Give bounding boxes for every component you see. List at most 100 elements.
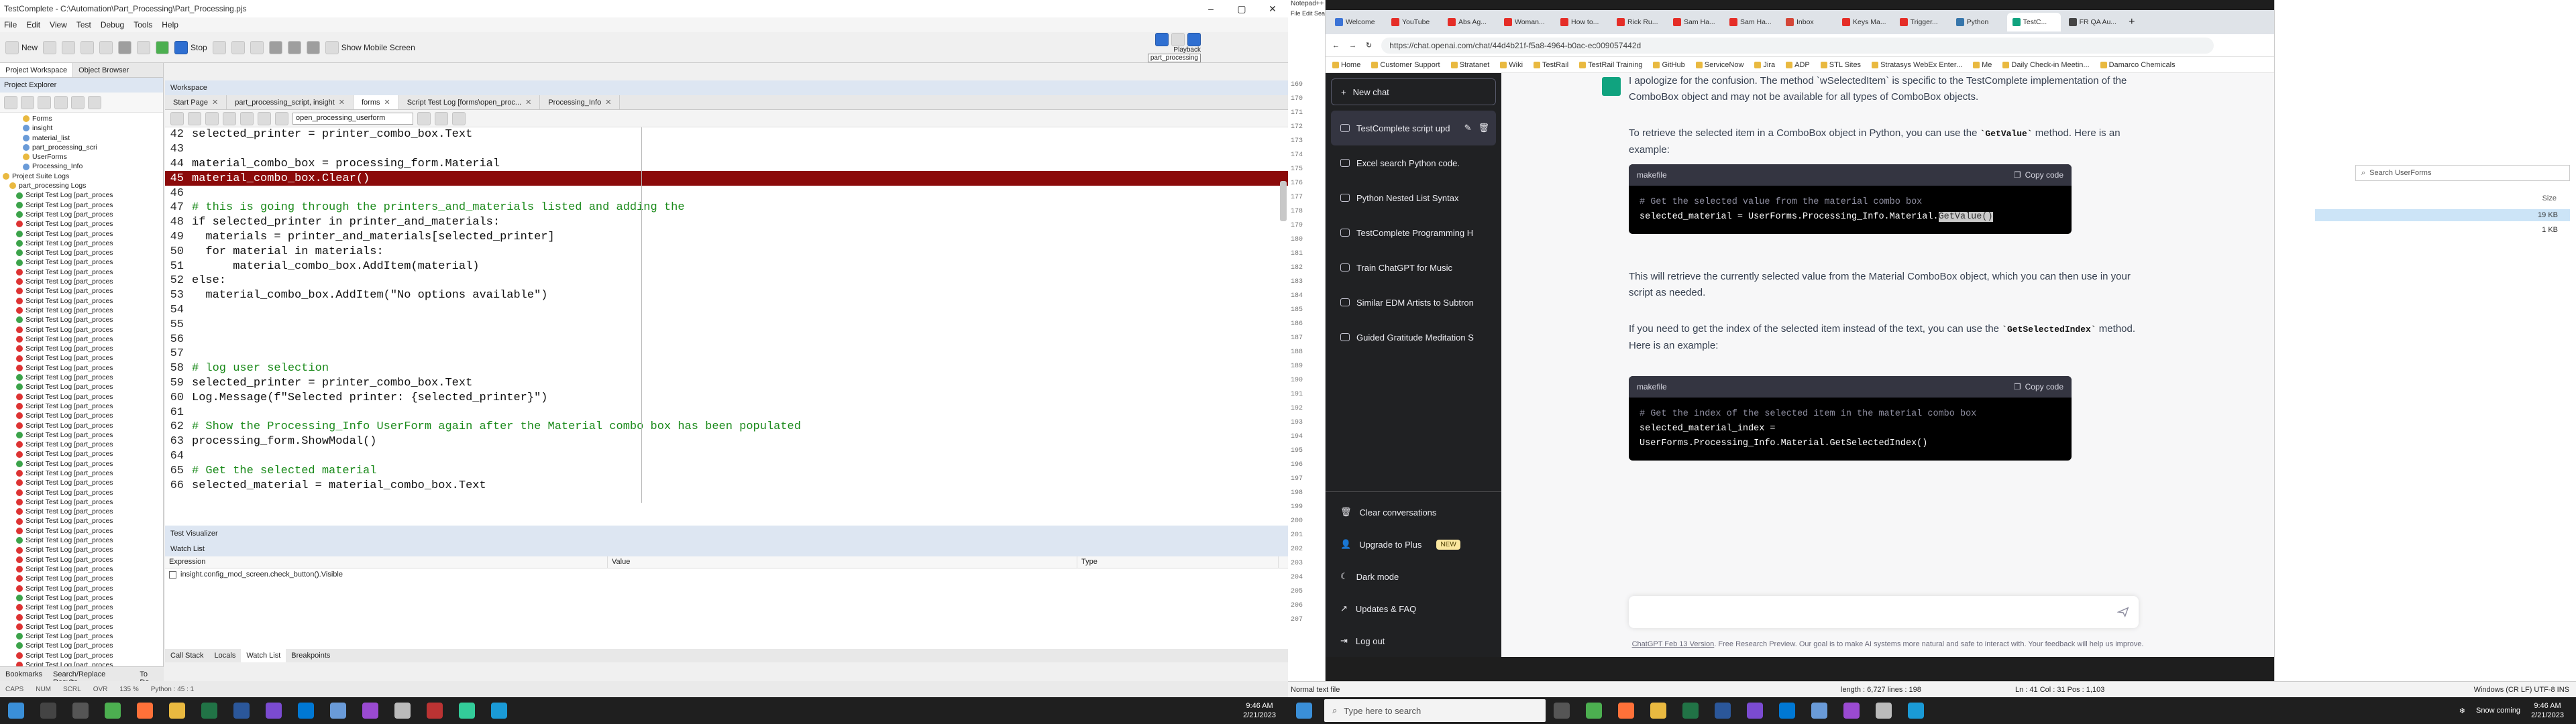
log-item[interactable]: Script Test Log [part_proces	[0, 622, 163, 631]
menu-file[interactable]: File	[4, 20, 17, 29]
log-item[interactable]: Script Test Log [part_proces	[0, 651, 163, 660]
log-item[interactable]: Script Test Log [part_proces	[0, 411, 163, 420]
app-icon-2[interactable]	[1843, 703, 1860, 719]
sidebar-item[interactable]: ↗ Updates & FAQ	[1326, 593, 1501, 625]
chat-input[interactable]	[1629, 596, 2139, 628]
menu-debug[interactable]: Debug	[101, 20, 124, 29]
taskbar-search[interactable]: ⌕ Type here to search	[1324, 699, 1546, 722]
conversation-item[interactable]: Excel search Python code.	[1331, 145, 1496, 180]
teams-icon[interactable]	[266, 703, 282, 719]
forward-icon[interactable]	[275, 111, 288, 125]
bookmark-item[interactable]: Damarco Chemicals	[2100, 61, 2176, 69]
copy-code-button[interactable]: ❐ Copy code	[2014, 170, 2063, 180]
watch-row[interactable]: insight.config_mod_screen.check_button()…	[165, 568, 1288, 581]
tree-item[interactable]: Forms	[0, 114, 163, 123]
outlook-icon[interactable]	[1779, 703, 1795, 719]
spy-icon[interactable]	[268, 40, 282, 54]
clock-right[interactable]: 9:46 AM 2/21/2023	[2531, 701, 2564, 720]
word-icon[interactable]	[233, 703, 250, 719]
maximize-icon[interactable]: ▢	[1226, 3, 1257, 15]
teams-icon[interactable]	[1747, 703, 1763, 719]
log-item[interactable]: Script Test Log [part_proces	[0, 248, 163, 257]
tree-item[interactable]: Project Suite Logs	[0, 172, 163, 181]
trash-icon[interactable]: 🗑	[1478, 123, 1489, 133]
excel-icon[interactable]	[1682, 703, 1699, 719]
log-item[interactable]: Script Test Log [part_proces	[0, 488, 163, 497]
browser-tab[interactable]: Sam Ha...	[1724, 13, 1778, 32]
bookmark-item[interactable]: Stratasys WebEx Enter...	[1872, 61, 1962, 69]
doc-tab[interactable]: Start Page ✕	[165, 95, 227, 109]
log-item[interactable]: Script Test Log [part_proces	[0, 335, 163, 344]
log-item[interactable]: Script Test Log [part_proces	[0, 584, 163, 593]
app-icon-4[interactable]	[459, 703, 475, 719]
conversation-item[interactable]: Python Nested List Syntax	[1331, 180, 1496, 215]
log-item[interactable]: Script Test Log [part_proces	[0, 306, 163, 315]
uncomment-icon[interactable]	[240, 111, 254, 125]
explorer-row-selected[interactable]: 19 KB	[2315, 209, 2570, 221]
editor-scrollbar[interactable]	[1280, 181, 1287, 221]
log-item[interactable]: Script Test Log [part_proces	[0, 507, 163, 516]
tree-item[interactable]: part_processing_scri	[0, 143, 163, 152]
tab-breakpoints[interactable]: Breakpoints	[286, 649, 335, 662]
bookmark-item[interactable]: Daily Check-in Meetin...	[2002, 61, 2090, 69]
notepad-icon[interactable]	[394, 703, 411, 719]
tab-object-browser[interactable]: Object Browser	[73, 63, 134, 77]
redo-icon[interactable]	[99, 40, 113, 54]
bookmark-item[interactable]: GitHub	[1653, 61, 1685, 69]
save-icon[interactable]	[62, 40, 76, 54]
notepad-icon[interactable]	[1876, 703, 1892, 719]
file-explorer-icon[interactable]	[1650, 703, 1666, 719]
chrome-icon[interactable]	[105, 703, 121, 719]
browser-tab[interactable]: Sam Ha...	[1668, 13, 1721, 32]
indent-icon[interactable]	[188, 111, 201, 125]
browser-tab[interactable]: How to...	[1555, 13, 1609, 32]
chrome-icon[interactable]	[1586, 703, 1602, 719]
log-item[interactable]: Script Test Log [part_proces	[0, 440, 163, 449]
pause-icon[interactable]	[212, 40, 226, 54]
close-icon[interactable]: ✕	[384, 98, 390, 107]
add-item-icon[interactable]	[4, 95, 17, 109]
tree-item[interactable]: part_processing Logs	[0, 181, 163, 190]
log-item[interactable]: Script Test Log [part_proces	[0, 277, 163, 286]
step-into-icon[interactable]	[231, 40, 245, 54]
app-icon-3[interactable]	[427, 703, 443, 719]
mobile-screen-button[interactable]: Show Mobile Screen	[325, 40, 415, 54]
reload-icon[interactable]: ↻	[1366, 41, 1372, 50]
conversation-item[interactable]: TestComplete script upd ✎ 🗑	[1331, 111, 1496, 145]
tab-project-workspace[interactable]: Project Workspace	[0, 63, 74, 77]
log-item[interactable]: Script Test Log [part_proces	[0, 526, 163, 536]
col-value[interactable]: Value	[608, 556, 1077, 568]
log-item[interactable]: Script Test Log [part_proces	[0, 210, 163, 219]
browser-tab[interactable]: Woman...	[1499, 13, 1552, 32]
log-item[interactable]: Script Test Log [part_proces	[0, 593, 163, 603]
bookmark-item[interactable]: ServiceNow	[1695, 61, 1743, 69]
browser-tab[interactable]: Python	[1951, 13, 2004, 32]
log-item[interactable]: Script Test Log [part_proces	[0, 296, 163, 306]
bookmark-item[interactable]: Jira	[1754, 61, 1775, 69]
log-item[interactable]: Script Test Log [part_proces	[0, 459, 163, 469]
stop-button[interactable]: Stop	[174, 40, 207, 54]
testcomplete-icon[interactable]	[491, 703, 507, 719]
filter-icon[interactable]	[88, 95, 101, 109]
new-tab-icon[interactable]: +	[2129, 16, 2135, 28]
pause-playback-icon[interactable]	[1171, 32, 1185, 46]
record-icon[interactable]	[137, 40, 151, 54]
remove-item-icon[interactable]	[21, 95, 34, 109]
tab-todo[interactable]: To Do	[134, 667, 164, 686]
explorer-row[interactable]: 1 KB	[2315, 224, 2570, 236]
log-item[interactable]: Script Test Log [part_proces	[0, 229, 163, 239]
log-item[interactable]: Script Test Log [part_proces	[0, 612, 163, 621]
log-item[interactable]: Script Test Log [part_proces	[0, 603, 163, 612]
send-icon[interactable]	[2117, 606, 2129, 618]
log-item[interactable]: Script Test Log [part_proces	[0, 344, 163, 353]
tab-call-stack[interactable]: Call Stack	[165, 649, 209, 662]
weather-icon[interactable]: ❄	[2459, 707, 2465, 715]
testcomplete-icon[interactable]	[1908, 703, 1924, 719]
tree-item[interactable]: material_list	[0, 133, 163, 143]
conversation-item[interactable]: Similar EDM Artists to Subtron	[1331, 285, 1496, 320]
test-visualizer-bar[interactable]: Test Visualizer	[165, 526, 1288, 542]
word-icon[interactable]	[1715, 703, 1731, 719]
log-item[interactable]: Script Test Log [part_proces	[0, 449, 163, 459]
log-item[interactable]: Script Test Log [part_proces	[0, 353, 163, 363]
doc-tab[interactable]: Processing_Info ✕	[540, 95, 621, 109]
